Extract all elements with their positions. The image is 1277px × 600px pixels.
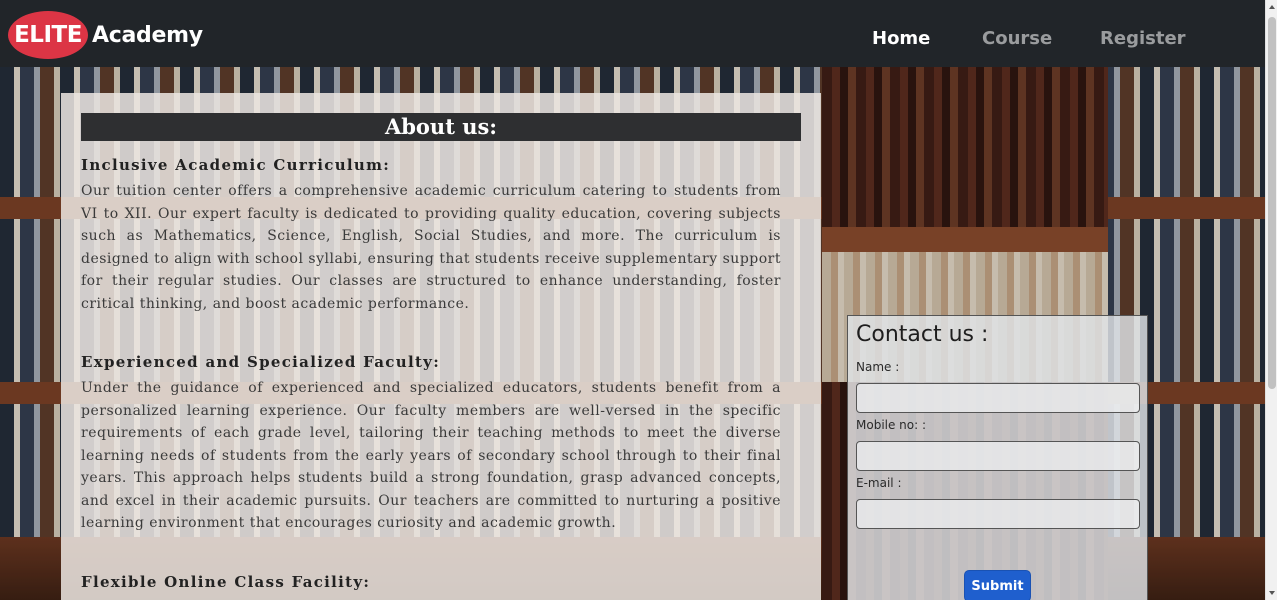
name-label: Name : xyxy=(856,360,900,374)
section-body-curriculum: Our tuition center offers a comprehensiv… xyxy=(81,183,781,312)
top-navbar: ELITE Academy Home Course Register xyxy=(0,0,1265,67)
mobile-label: Mobile no: : xyxy=(856,418,927,432)
email-input[interactable] xyxy=(856,499,1140,529)
scroll-up-arrow-icon[interactable] xyxy=(1266,0,1277,14)
mobile-input[interactable] xyxy=(856,441,1140,471)
about-panel: About us: Inclusive Academic Curriculum:… xyxy=(61,93,821,600)
section-heading-online-class: Flexible Online Class Facility: xyxy=(81,573,371,591)
about-title: About us: xyxy=(384,114,498,139)
submit-button[interactable]: Submit xyxy=(964,570,1031,600)
nav-link-course[interactable]: Course xyxy=(982,27,1052,51)
section-body-faculty: Under the guidance of experienced and sp… xyxy=(81,380,781,531)
brand-logo-link[interactable]: ELITE Academy xyxy=(8,11,203,59)
section-heading-faculty: Experienced and Specialized Faculty: xyxy=(81,353,441,371)
scrollbar-thumb[interactable] xyxy=(1268,17,1276,389)
page-scrollbar[interactable] xyxy=(1265,0,1277,600)
name-input[interactable] xyxy=(856,383,1140,413)
section-heading-curriculum: Inclusive Academic Curriculum: xyxy=(81,156,391,174)
brand-name: Academy xyxy=(92,22,203,48)
about-title-bar: About us: xyxy=(81,113,801,141)
nav-link-home[interactable]: Home xyxy=(872,27,930,51)
scroll-down-arrow-icon[interactable] xyxy=(1266,586,1277,600)
contact-title: Contact us : xyxy=(856,322,989,347)
brand-badge: ELITE xyxy=(8,11,88,59)
contact-form: Contact us : Name : Mobile no: : E-mail … xyxy=(847,315,1148,600)
nav-link-register[interactable]: Register xyxy=(1100,27,1186,51)
email-label: E-mail : xyxy=(856,476,902,490)
